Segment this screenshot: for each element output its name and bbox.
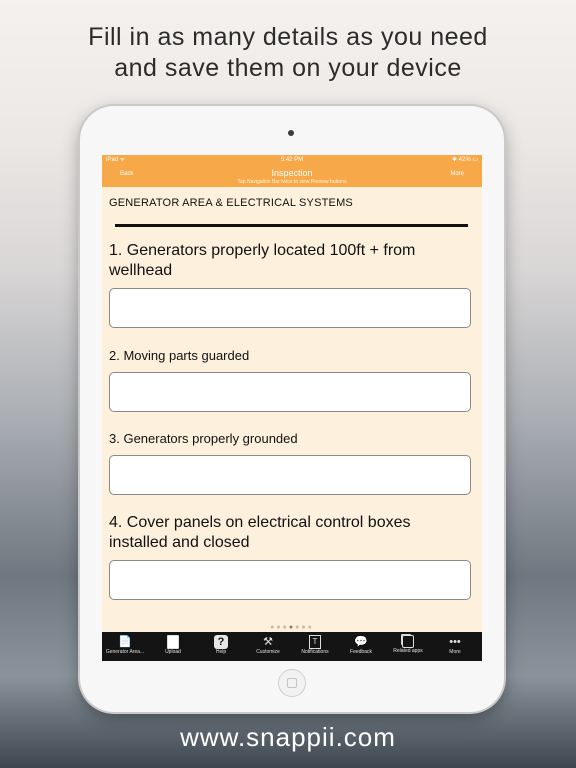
feedback-icon: 💬: [354, 636, 368, 648]
question-2-label: 2. Moving parts guarded: [109, 348, 250, 363]
tab-label: Feedback: [350, 649, 372, 655]
file-icon: 📄: [118, 636, 132, 648]
footer-url: www.snappii.com: [180, 722, 396, 752]
app-screen: iPad ᯤ 5:42 PM ✱ 42% ▭ Back Inspection T…: [102, 155, 482, 661]
navigation-bar[interactable]: Back Inspection Tap Navigation Bar twice…: [102, 165, 482, 187]
tab-customize[interactable]: ⚒ Customize: [245, 632, 291, 661]
notifications-icon: T: [309, 635, 321, 649]
tab-bar: 📄 Generator Area... Upload ? Help ⚒ Cust…: [102, 632, 482, 661]
section-divider: [115, 224, 468, 227]
tab-related-apps[interactable]: Related apps: [385, 632, 431, 661]
tab-label: Customize: [256, 649, 280, 655]
help-icon: ?: [214, 635, 228, 649]
headline-line-1: Fill in as many details as you need: [88, 23, 488, 51]
camera-icon: [288, 130, 294, 136]
section-title: GENERATOR AREA & ELECTRICAL SYSTEMS: [109, 197, 353, 209]
clock: 5:42 PM: [280, 157, 304, 163]
headline-line-2: and save them on your device: [114, 54, 462, 82]
status-bar: iPad ᯤ 5:42 PM ✱ 42% ▭: [102, 155, 482, 165]
question-4-label: 4. Cover panels on electrical control bo…: [109, 514, 411, 551]
tab-label: Related apps: [393, 648, 423, 654]
question-3-label: 3. Generators properly grounded: [109, 431, 298, 446]
home-button[interactable]: [278, 669, 306, 697]
upload-icon: [167, 635, 179, 649]
marketing-headline: Fill in as many details as you need and …: [0, 22, 576, 84]
tab-label: Help: [215, 649, 227, 655]
question-2-field[interactable]: [109, 372, 471, 412]
battery-indicator: ✱ 42% ▭: [451, 157, 478, 163]
tab-label: Upload: [165, 649, 181, 655]
tab-notifications[interactable]: T Notifications: [292, 632, 338, 661]
tab-label: More: [449, 649, 461, 655]
tools-icon: ⚒: [263, 636, 273, 648]
question-1-label: 1. Generators properly located 100ft + f…: [109, 242, 416, 279]
tab-help[interactable]: ? Help: [198, 632, 244, 661]
page-indicator[interactable]: ●●●●●●●: [102, 624, 482, 631]
related-apps-icon: [402, 635, 414, 648]
tab-generator-area[interactable]: 📄 Generator Area...: [102, 632, 148, 661]
question-4-field[interactable]: [109, 560, 471, 600]
tab-more[interactable]: ••• More: [432, 632, 478, 661]
more-icon: •••: [449, 636, 461, 648]
more-button[interactable]: More: [450, 171, 464, 177]
nav-hint: Tap Navigation Bar twice to view Preview…: [237, 179, 347, 185]
question-3-field[interactable]: [109, 455, 471, 495]
tab-label: Notifications: [301, 649, 329, 655]
tab-feedback[interactable]: 💬 Feedback: [338, 632, 384, 661]
ipad-device: iPad ᯤ 5:42 PM ✱ 42% ▭ Back Inspection T…: [80, 106, 504, 712]
page-title: Inspection: [271, 168, 313, 178]
tab-upload[interactable]: Upload: [150, 632, 196, 661]
question-1-field[interactable]: [109, 288, 471, 328]
tab-label: Generator Area...: [105, 649, 145, 655]
